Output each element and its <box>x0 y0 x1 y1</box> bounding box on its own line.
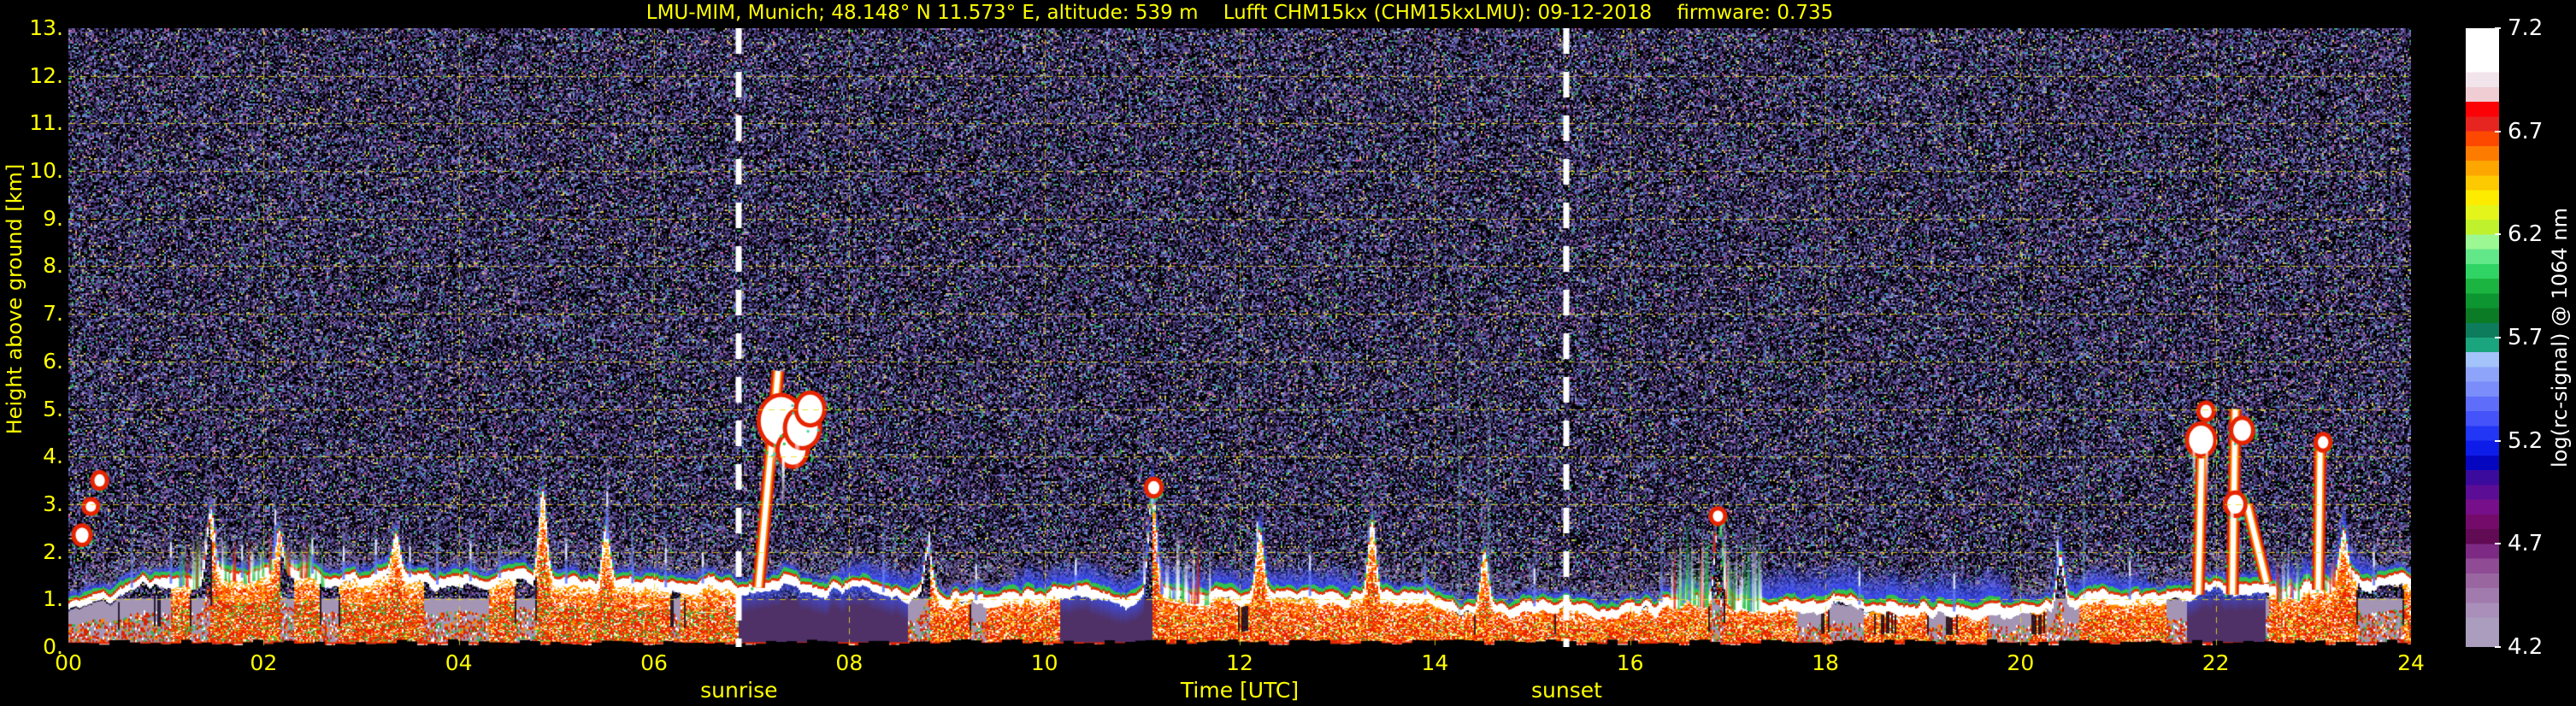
colorbar-tick-label: 7.2 <box>2508 15 2544 41</box>
y-axis-label: Height above ground [km] <box>3 163 27 435</box>
colorbar-tick-label: 4.7 <box>2508 531 2544 557</box>
x-tick-label: 04 <box>445 650 473 675</box>
sunset-annotation: sunset <box>1530 678 1602 703</box>
colorbar-tick-label: 6.7 <box>2508 118 2544 144</box>
x-tick-label: 22 <box>2202 650 2230 675</box>
y-tick-label: 4. <box>43 444 63 469</box>
x-axis-label: Time [UTC] <box>1180 678 1300 703</box>
x-tick-label: 14 <box>1421 650 1449 675</box>
colorbar-tick-label: 4.2 <box>2508 634 2544 660</box>
colorbar-tick <box>2495 439 2501 442</box>
y-tick-label: 8. <box>43 253 63 279</box>
y-tick-label: 3. <box>43 491 63 516</box>
y-tick-label: 6. <box>43 348 63 374</box>
heatmap-canvas <box>68 28 2411 647</box>
y-tick-label: 5. <box>43 396 63 421</box>
sunrise-annotation: sunrise <box>700 678 778 703</box>
colorbar-tick <box>2495 337 2501 338</box>
y-tick-label: 7. <box>43 301 63 327</box>
x-tick-label: 16 <box>1616 650 1644 675</box>
x-tick-label: 06 <box>640 650 668 675</box>
x-tick-label: 10 <box>1030 650 1058 675</box>
x-tick-label: 24 <box>2397 650 2425 675</box>
x-tick-label: 12 <box>1226 650 1253 675</box>
y-tick-label: 1. <box>43 586 63 612</box>
colorbar-tick <box>2495 233 2501 236</box>
y-tick-label: 2. <box>43 538 63 564</box>
y-tick-label: 12. <box>29 62 63 88</box>
x-tick-label: 00 <box>55 650 82 675</box>
colorbar <box>2466 27 2501 648</box>
y-tick-label: 9. <box>43 205 63 231</box>
colorbar-tick <box>2495 646 2501 648</box>
y-tick-label: 11. <box>29 110 63 136</box>
colorbar-tick <box>2495 130 2501 132</box>
y-tick-label: 10. <box>29 158 63 184</box>
colorbar-label: log(rc-signal) @ 1064 nm <box>2548 207 2572 468</box>
x-tick-label: 20 <box>2007 650 2035 675</box>
colorbar-tick <box>2495 27 2501 29</box>
x-tick-label: 02 <box>250 650 278 675</box>
x-tick-label: 18 <box>1812 650 1839 675</box>
ceilometer-plot <box>68 28 2411 647</box>
colorbar-tick <box>2495 543 2501 545</box>
plot-title: LMU-MIM, Munich; 48.148° N 11.573° E, al… <box>645 2 1834 24</box>
x-tick-label: 08 <box>835 650 864 675</box>
y-tick-label: 13. <box>29 15 63 40</box>
